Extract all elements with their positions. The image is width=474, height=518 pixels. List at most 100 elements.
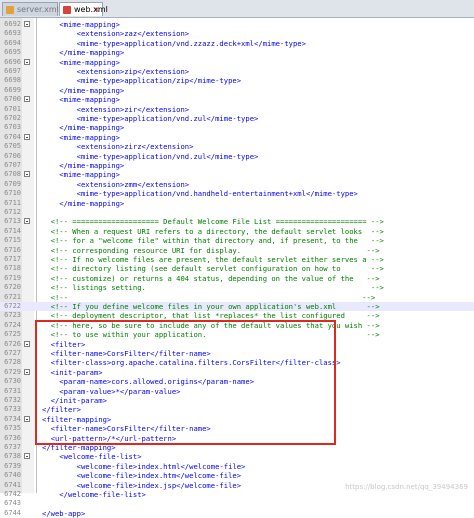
line-number: 6731 — [4, 386, 21, 395]
tab-web-xml[interactable]: web.xml × — [59, 2, 108, 17]
fold-toggle-icon[interactable] — [24, 58, 30, 65]
line-number: 6730 — [4, 377, 21, 386]
line-number: 6733 — [4, 405, 21, 414]
line-number: 6743 — [4, 499, 21, 508]
code-line[interactable]: 6712 — [0, 208, 474, 217]
code-line[interactable]: 6709 <extension>zmm</extension> — [0, 180, 474, 189]
code-line[interactable]: 6698 <mime-type>application/zip</mime-ty… — [0, 76, 474, 85]
fold-toggle-icon[interactable] — [24, 171, 30, 178]
code-line[interactable]: 6740 <welcome-file>index.htm</welcome-fi… — [0, 471, 474, 480]
line-number: 6719 — [4, 273, 21, 282]
fold-toggle-icon[interactable] — [24, 415, 30, 422]
code-line[interactable]: 6716 <!-- corresponding resource URI for… — [0, 246, 474, 255]
line-number: 6737 — [4, 443, 21, 451]
file-icon — [6, 6, 14, 14]
code-line[interactable]: 6692 <mime-mapping> — [0, 20, 474, 29]
code-text: <extension>zirz</extension> — [42, 142, 194, 152]
code-line[interactable]: 6742 </welcome-file-list> — [0, 490, 474, 499]
code-line[interactable]: 6705 <extension>zirz</extension> — [0, 142, 474, 151]
code-line[interactable]: 6720 <!-- listings setting. --> — [0, 283, 474, 292]
code-line[interactable]: 6722 <!-- If you define welcome files in… — [0, 302, 474, 312]
code-text: <!-- directory listing (see default serv… — [42, 264, 384, 274]
code-editor[interactable]: 6692 <mime-mapping> 6693 <extension>zaz</… — [0, 18, 474, 518]
code-text: </mime-mapping> — [42, 48, 125, 58]
line-number: 6720 — [4, 283, 21, 292]
line-number: 6744 — [4, 508, 21, 517]
code-text: <mime-mapping> — [42, 95, 120, 105]
line-number: 6736 — [4, 433, 21, 442]
code-line[interactable]: 6738 <welcome-file-list> — [0, 452, 474, 461]
fold-toggle-icon[interactable] — [24, 133, 30, 140]
line-number: 6704 — [4, 132, 21, 141]
code-line[interactable]: 6743 — [0, 499, 474, 508]
code-text: <mime-mapping> — [42, 20, 120, 29]
code-text: <mime-type>application/zip</mime-type> — [42, 76, 242, 86]
code-line[interactable]: 6697 <extension>zip</extension> — [0, 67, 474, 76]
code-line[interactable]: 6715 <!-- for a "welcome file" within th… — [0, 236, 474, 245]
tab-server-xml[interactable]: server.xml — [2, 2, 59, 16]
fold-toggle-icon[interactable] — [24, 340, 30, 347]
line-number: 6707 — [4, 161, 21, 169]
fold-toggle-icon[interactable] — [24, 368, 30, 375]
code-line[interactable]: 6693 <extension>zaz</extension> — [0, 29, 474, 38]
code-line[interactable]: 6714 <!-- When a request URI refers to a… — [0, 227, 474, 236]
line-number: 6723 — [4, 311, 21, 320]
line-number: 6693 — [4, 29, 21, 38]
code-line[interactable]: 6700 <mime-mapping> — [0, 95, 474, 104]
code-text: <!-- If you define welcome files in your… — [42, 302, 380, 311]
code-line[interactable]: 6721 <!-- --> — [0, 293, 474, 302]
code-text: <mime-type>application/vnd.zzazz.deck+xm… — [42, 38, 306, 48]
line-number: 6697 — [4, 67, 21, 75]
code-line[interactable]: 6739 <welcome-file>index.html</welcome-f… — [0, 462, 474, 471]
code-text: <!-- --> — [42, 292, 376, 302]
line-number: 6692 — [4, 20, 21, 28]
code-line[interactable]: 6718 <!-- directory listing (see default… — [0, 264, 474, 273]
code-text: <mime-mapping> — [42, 132, 120, 142]
code-line[interactable]: 6713 <!-- ==================== Default W… — [0, 217, 474, 226]
line-number: 6727 — [4, 349, 21, 357]
close-icon[interactable]: × — [93, 3, 100, 17]
code-text: <!-- for a "welcome file" within that di… — [42, 236, 384, 246]
line-number: 6738 — [4, 452, 21, 461]
line-number: 6728 — [4, 358, 21, 367]
code-line[interactable]: 6701 <extension>zir</extension> — [0, 105, 474, 114]
fold-toggle-icon[interactable] — [24, 21, 30, 27]
tab-label: web.xml — [74, 5, 108, 14]
code-text: <welcome-file>index.html</welcome-file> — [42, 461, 246, 471]
tab-label: server.xml — [17, 5, 59, 14]
line-number: 6702 — [4, 114, 21, 122]
code-text: <mime-type>application/vnd.handheld-ente… — [42, 189, 358, 199]
code-text: </mime-mapping> — [42, 85, 125, 95]
code-text: </mime-mapping> — [42, 198, 125, 208]
code-line[interactable]: 6703 </mime-mapping> — [0, 123, 474, 132]
code-line[interactable]: 6717 <!-- If no welcome files are presen… — [0, 255, 474, 264]
code-text: <welcome-file-list> — [42, 452, 142, 462]
code-line[interactable]: 6706 <mime-type>application/vnd.zul</mim… — [0, 152, 474, 161]
line-number: 6712 — [4, 208, 21, 216]
code-text: <mime-type>application/vnd.zul</mime-typ… — [42, 114, 259, 123]
code-line[interactable]: 6707 </mime-mapping> — [0, 161, 474, 170]
code-line[interactable]: 6711 </mime-mapping> — [0, 199, 474, 208]
code-line[interactable]: 6695 </mime-mapping> — [0, 48, 474, 57]
line-number: 6742 — [4, 490, 21, 498]
code-line[interactable]: 6696 <mime-mapping> — [0, 58, 474, 67]
code-line[interactable]: 6744 </web-app> — [0, 509, 474, 518]
line-number: 6732 — [4, 396, 21, 404]
code-line[interactable]: 6702 <mime-type>application/vnd.zul</mim… — [0, 114, 474, 123]
fold-toggle-icon[interactable] — [24, 96, 30, 103]
code-line[interactable]: 6719 <!-- customize) or returns a 404 st… — [0, 274, 474, 283]
fold-toggle-icon[interactable] — [24, 218, 30, 225]
code-line[interactable]: 6699 </mime-mapping> — [0, 86, 474, 95]
code-text: </welcome-file-list> — [42, 490, 146, 499]
code-text: <welcome-file>index.jsp</welcome-file> — [42, 480, 242, 490]
code-text: <mime-mapping> — [42, 170, 120, 180]
code-line[interactable]: 6694 <mime-type>application/vnd.zzazz.de… — [0, 39, 474, 48]
code-line[interactable]: 6710 <mime-type>application/vnd.handheld… — [0, 189, 474, 198]
highlight-box — [35, 320, 336, 445]
line-number: 6714 — [4, 226, 21, 235]
code-line[interactable]: 6708 <mime-mapping> — [0, 170, 474, 179]
code-line[interactable]: 6704 <mime-mapping> — [0, 133, 474, 142]
fold-toggle-icon[interactable] — [24, 453, 30, 460]
line-number: 6729 — [4, 367, 21, 376]
watermark: https://blog.csdn.net/qq_39494369 — [345, 483, 468, 491]
